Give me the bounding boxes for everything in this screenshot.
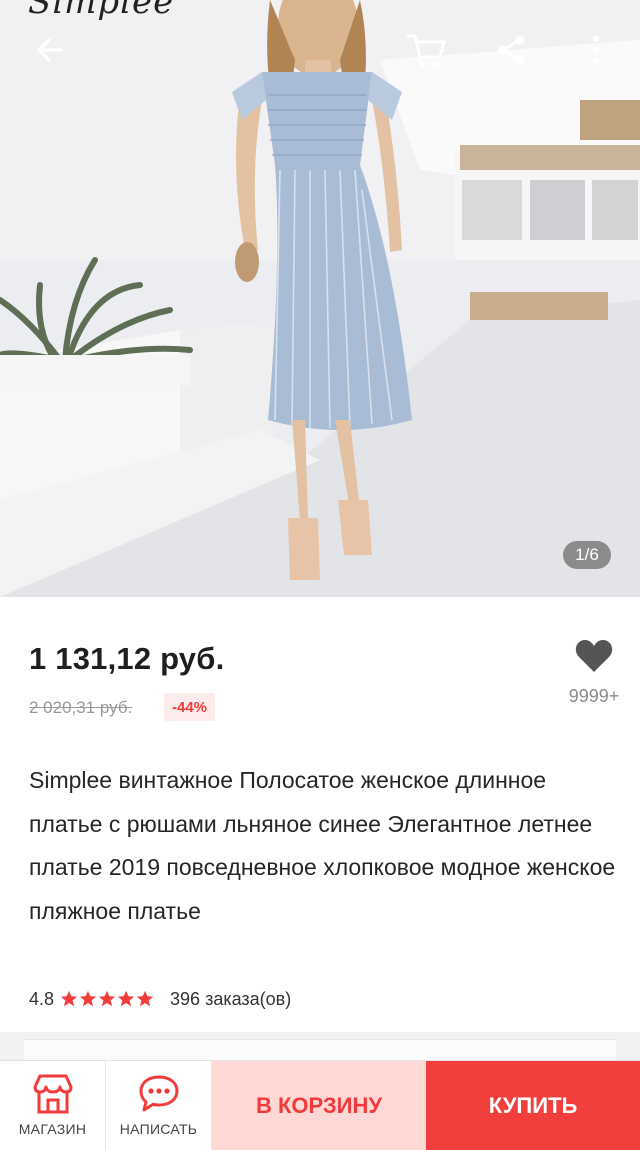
store-button[interactable]: МАГАЗИН xyxy=(0,1061,106,1150)
store-label: МАГАЗИН xyxy=(18,1121,87,1137)
cart-button[interactable] xyxy=(402,26,450,74)
arrow-left-icon xyxy=(37,38,63,62)
product-title: Simplee винтажное Полосатое женское длин… xyxy=(29,767,616,924)
rating-value: 4.8 xyxy=(29,988,55,1009)
star-icon xyxy=(117,990,135,1007)
favorites-count: 9999+ xyxy=(568,686,620,706)
message-seller-button[interactable]: НАПИСАТЬ xyxy=(106,1061,212,1150)
rating-row: 4.8 396 заказа(ов) xyxy=(29,987,291,1011)
more-vertical-icon xyxy=(592,35,600,65)
more-options-button[interactable] xyxy=(572,26,620,74)
brand-logo: Simplee xyxy=(28,0,175,22)
add-to-cart-button[interactable]: В КОРЗИНУ xyxy=(212,1061,426,1150)
back-button[interactable] xyxy=(26,26,74,74)
product-info: Simplee винтажное Полосатое женское длин… xyxy=(0,737,640,1032)
buy-now-button[interactable]: КУПИТЬ xyxy=(426,1061,640,1150)
storefront-icon xyxy=(33,1074,72,1114)
next-section-edge xyxy=(24,1039,616,1060)
favorite-button[interactable] xyxy=(566,633,622,679)
bottom-action-bar: МАГАЗИН НАПИСАТЬ В КОРЗИНУ КУПИТЬ xyxy=(0,1060,640,1150)
discount-badge: -44% xyxy=(164,693,216,721)
heart-icon xyxy=(575,639,613,672)
photo-counter: 1/6 xyxy=(563,541,611,569)
message-label: НАПИСАТЬ xyxy=(119,1121,198,1137)
cart-icon xyxy=(406,34,446,67)
orders-count: 396 заказа(ов) xyxy=(170,988,292,1009)
product-photo xyxy=(0,0,640,597)
rating-stars xyxy=(60,990,154,1008)
star-icon xyxy=(79,990,97,1007)
share-button[interactable] xyxy=(488,26,536,74)
share-icon xyxy=(498,35,525,65)
current-price: 1 131,12 руб. xyxy=(29,641,225,676)
star-icon xyxy=(136,990,154,1007)
chat-bubble-icon xyxy=(139,1075,178,1112)
old-price: 2 020,31 руб. xyxy=(29,698,133,717)
star-icon xyxy=(98,990,116,1007)
product-photo-carousel[interactable]: Simplee 1/6 xyxy=(0,0,640,597)
star-icon xyxy=(60,990,78,1007)
price-section: 1 131,12 руб. 2 020,31 руб. -44% 9999+ xyxy=(0,597,640,737)
